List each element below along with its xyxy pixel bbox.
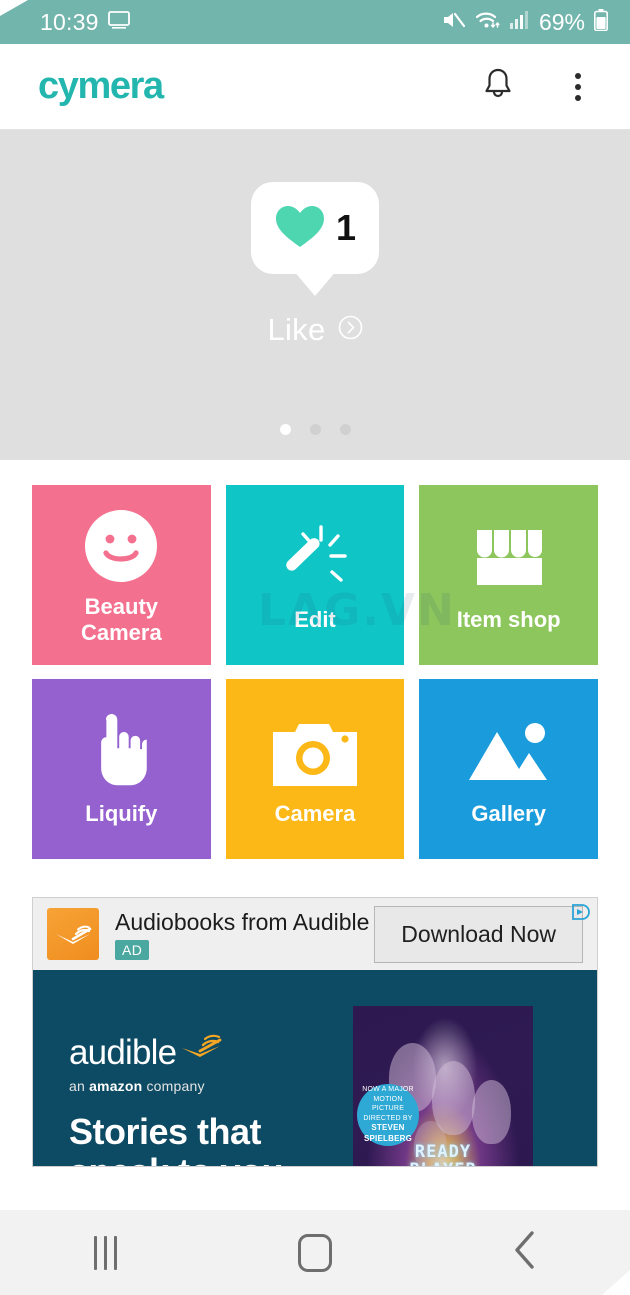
poster-badge-line1: NOW A MAJOR [362,1086,414,1094]
kebab-menu-icon [575,72,581,101]
battery-icon [594,8,608,36]
poster-badge: NOW A MAJOR MOTION PICTURE DIRECTED BY S… [357,1084,419,1146]
system-navigation-bar [0,1210,630,1295]
home-icon [298,1233,332,1272]
poster-badge-name1: STEVEN [371,1123,405,1133]
recents-button[interactable] [55,1223,155,1283]
tile-label: Camera [274,801,356,827]
status-bar-right: 69% [442,8,608,36]
magic-wand-icon [275,517,355,601]
status-bar-left: 10:39 [40,9,130,36]
audible-wordmark-text: audible [69,1033,177,1072]
audible-tagline: an amazon company [69,1078,353,1094]
poster-badge-line3: DIRECTED BY [363,1114,413,1122]
audible-tagline-prefix: an [69,1078,90,1094]
smiley-face-icon [83,504,159,588]
back-chevron-icon [511,1229,539,1276]
tile-label: Liquify [85,801,158,827]
like-action[interactable]: Like [267,312,362,348]
screencast-icon [107,10,130,34]
status-bar: 10:39 69% [0,0,630,44]
ad-text-block: Audiobooks from Audible AD [115,909,369,960]
mute-icon [442,10,466,35]
audible-tagline-suffix: company [142,1078,205,1094]
tile-camera[interactable]: Camera [225,679,405,859]
like-bubble-body: 1 [251,182,379,274]
pointing-hand-icon [89,711,153,795]
tile-gallery[interactable]: Gallery [419,679,598,859]
poster-figure-3 [471,1079,512,1144]
tile-label: Edit [294,607,336,633]
poster-title: READY PLAYER ONE [409,1142,475,1166]
like-bubble: 1 [251,182,379,296]
tile-beauty-camera[interactable]: Beauty Camera [32,485,211,665]
status-time: 10:39 [40,8,99,35]
audible-swoosh-icon [180,1028,222,1063]
ad-badge: AD [115,939,150,960]
ad-headline: Stories that speak to you [69,1111,284,1166]
ad-creative-left: audible an amazon company Stories that s… [33,970,353,1166]
chevron-right-circle-icon [338,315,363,345]
camera-icon [272,711,357,795]
wifi-icon [475,10,501,35]
heart-icon [274,203,326,254]
pagination-dot-1[interactable] [279,424,291,435]
recents-icon [93,1235,117,1270]
ad-creative[interactable]: audible an amazon company Stories that s… [33,970,597,1166]
tile-edit[interactable]: Edit [225,485,405,665]
bell-icon [481,66,515,107]
home-button[interactable] [265,1223,365,1283]
carousel-pagination [0,424,630,435]
tile-item-shop[interactable]: Item shop [419,485,598,665]
overflow-menu-button[interactable] [556,65,600,109]
ad-header: Audiobooks from Audible AD Download Now [33,898,597,970]
storefront-icon [473,517,545,601]
tile-liquify[interactable]: Liquify [32,679,211,859]
app-bar: cymera [0,44,630,130]
tile-label: Beauty Camera [80,594,162,645]
audible-wordmark: audible [69,1028,353,1073]
notification-bell-button[interactable] [476,65,520,109]
pagination-dot-2[interactable] [309,424,321,435]
movie-poster: NOW A MAJOR MOTION PICTURE DIRECTED BY S… [353,1006,533,1166]
feature-grid: Beauty Camera Edit Item shop Liquify Cam… [0,460,630,859]
app-bar-actions [476,65,600,109]
pagination-dot-3[interactable] [339,424,351,435]
amazon-wordmark: amazon [89,1078,143,1094]
audible-logo-icon [47,908,99,960]
app-root: 10:39 69% cymera 1 Like Beauty Camera Ed… [0,0,630,1295]
like-count: 1 [335,207,357,248]
poster-badge-line2: MOTION PICTURE [371,1095,405,1113]
signal-icon [509,10,530,34]
ad-title: Audiobooks from Audible [115,908,370,935]
tile-label: Gallery [471,801,546,827]
bubble-tail [293,270,337,296]
app-logo: cymera [38,65,164,108]
promo-banner[interactable]: 1 Like [0,130,630,460]
ad-download-button[interactable]: Download Now [374,905,583,963]
app-logo-text: cymera [38,65,164,107]
ad-container[interactable]: Audiobooks from Audible AD Download Now … [32,897,598,1167]
back-button[interactable] [475,1223,575,1283]
photo-mountain-icon [467,711,551,795]
like-label: Like [267,312,326,347]
battery-percent: 69% [538,8,585,35]
ad-choices-icon[interactable] [570,902,592,929]
tile-label: Item shop [456,607,561,633]
